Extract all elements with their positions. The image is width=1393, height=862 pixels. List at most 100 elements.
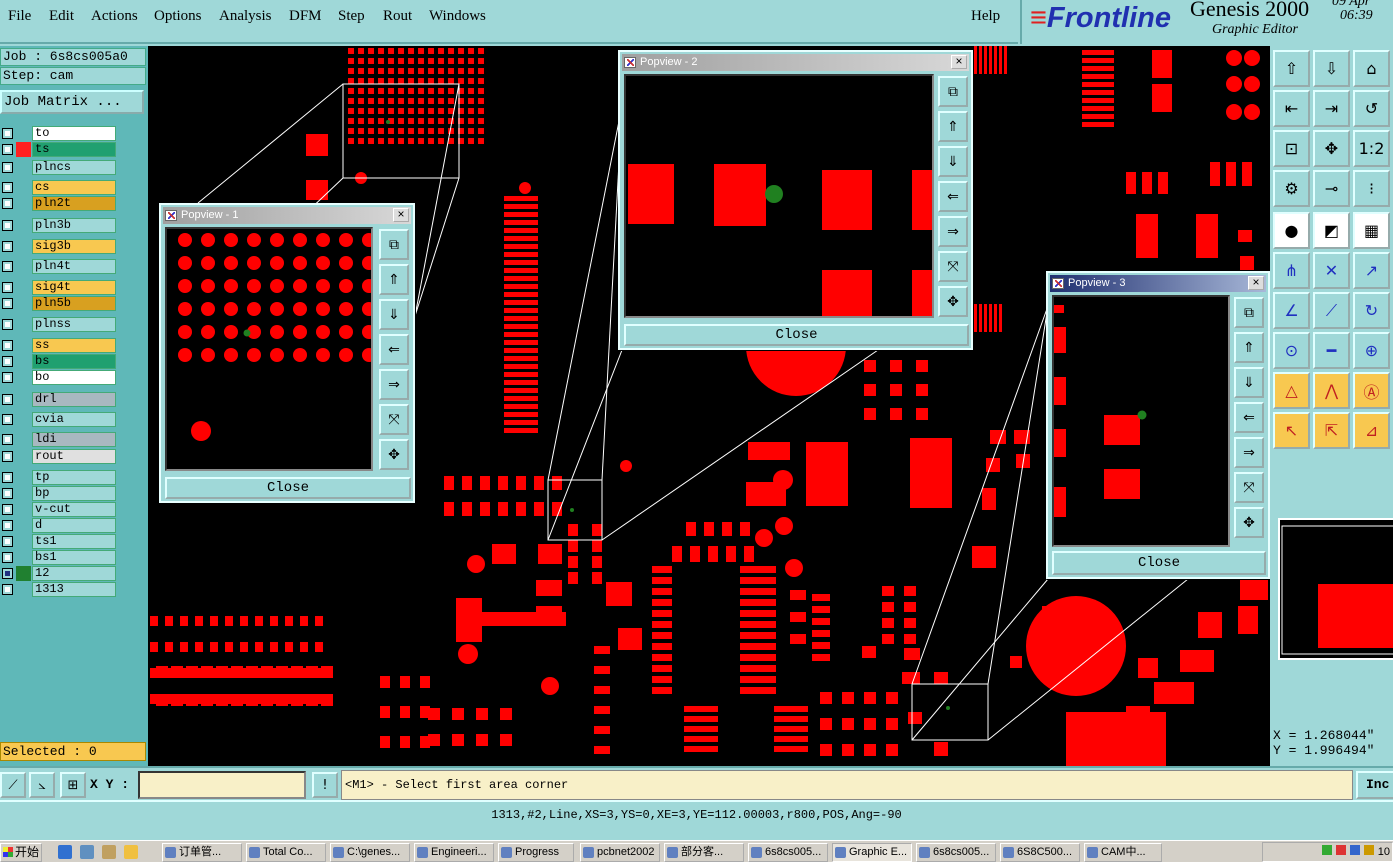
menu-dfm[interactable]: DFM — [289, 8, 322, 25]
layer-checkbox[interactable] — [2, 520, 13, 531]
zoom-in-icon[interactable]: ⤧ — [1234, 472, 1264, 503]
zoom-in-icon[interactable]: ⤧ — [379, 404, 409, 435]
text-icon[interactable]: Ⓐ — [1353, 372, 1390, 409]
taskbar-item[interactable]: 6s8cs005... — [748, 843, 828, 862]
layer-checkbox[interactable] — [2, 220, 13, 231]
layer-color-swatch[interactable] — [16, 412, 31, 427]
layer-color-swatch[interactable] — [16, 534, 31, 549]
taskbar-item[interactable]: Progress — [498, 843, 574, 862]
fit-icon[interactable]: ⧉ — [938, 76, 968, 107]
layer-name[interactable]: drl — [32, 392, 116, 407]
layer-row-12[interactable]: 12 — [0, 566, 118, 581]
layer-name[interactable]: cvia — [32, 412, 116, 427]
layer-row-tp[interactable]: tp — [0, 470, 118, 485]
popview-3-view[interactable] — [1052, 295, 1230, 547]
layer-row-ts1[interactable]: ts1 — [0, 534, 118, 549]
close-icon[interactable]: × — [1248, 276, 1264, 290]
start-button[interactable]: 开始 — [0, 843, 42, 862]
overview-map[interactable] — [1278, 518, 1393, 660]
warning-icon[interactable]: ! — [312, 772, 338, 798]
angle-icon[interactable]: ∠ — [1273, 292, 1310, 329]
inc-button[interactable]: Inc — [1356, 771, 1393, 799]
layer-checkbox[interactable] — [2, 340, 13, 351]
layer-name[interactable]: rout — [32, 449, 116, 464]
layer-row-plnss[interactable]: plnss — [0, 317, 118, 332]
close-icon[interactable]: × — [393, 208, 409, 222]
layer-row-bo[interactable]: bo — [0, 370, 118, 385]
taskbar-item[interactable]: 6s8cs005... — [916, 843, 996, 862]
layer-checkbox[interactable] — [2, 552, 13, 563]
xy-input[interactable] — [138, 771, 306, 799]
popview-3-close-button[interactable]: Close — [1052, 551, 1266, 575]
layer-name[interactable]: to — [32, 126, 116, 141]
layer-name[interactable]: pln5b — [32, 296, 116, 311]
layer-row-ss[interactable]: ss — [0, 338, 118, 353]
pan-right-icon[interactable]: ⇒ — [1234, 437, 1264, 468]
layer-row-bs[interactable]: bs — [0, 354, 118, 369]
pan-up-icon[interactable]: ⇑ — [1234, 332, 1264, 363]
select-tool-icon[interactable]: ◩ — [1313, 212, 1350, 249]
pan-right-icon[interactable]: ⇒ — [938, 216, 968, 247]
layer-name[interactable]: bo — [32, 370, 116, 385]
layer-name[interactable]: plncs — [32, 160, 116, 175]
layer-row-ldi[interactable]: ldi — [0, 432, 118, 447]
taskbar-item[interactable]: C:\genes... — [330, 843, 410, 862]
pointer-icon[interactable]: ↖ — [1273, 412, 1310, 449]
layer-color-swatch[interactable] — [16, 550, 31, 565]
layer-color-swatch[interactable] — [16, 338, 31, 353]
layer-name[interactable]: bs — [32, 354, 116, 369]
desktop-icon[interactable] — [102, 845, 116, 859]
layer-row-drl[interactable]: drl — [0, 392, 118, 407]
pan-left-icon[interactable]: ⇐ — [938, 181, 968, 212]
layer-color-swatch[interactable] — [16, 566, 31, 581]
popview-1-close-button[interactable]: Close — [165, 477, 411, 499]
popview-1-titlebar[interactable]: Popview - 1 × — [163, 207, 411, 224]
taskbar-item[interactable]: 部分客... — [664, 843, 744, 862]
layer-color-swatch[interactable] — [16, 502, 31, 517]
layer-name[interactable]: pln4t — [32, 259, 116, 274]
layer-name[interactable]: 1313 — [32, 582, 116, 597]
layer-row-sig3b[interactable]: sig3b — [0, 239, 118, 254]
scale-icon[interactable]: 1:2 — [1353, 130, 1390, 167]
layer-row-plncs[interactable]: plncs — [0, 160, 118, 175]
layer-name[interactable]: pln2t — [32, 196, 116, 211]
layer-color-swatch[interactable] — [16, 392, 31, 407]
layer-row-bs1[interactable]: bs1 — [0, 550, 118, 565]
layer-color-swatch[interactable] — [16, 259, 31, 274]
layer-checkbox[interactable] — [2, 162, 13, 173]
layer-name[interactable]: ss — [32, 338, 116, 353]
taskbar-item[interactable]: Engineeri... — [414, 843, 494, 862]
layer-name[interactable]: bp — [32, 486, 116, 501]
layer-checkbox[interactable] — [2, 584, 13, 595]
layer-checkbox[interactable] — [2, 241, 13, 252]
layer-color-swatch[interactable] — [16, 370, 31, 385]
layer-row-pln2t[interactable]: pln2t — [0, 196, 118, 211]
taskbar-item[interactable]: 6S8C500... — [1000, 843, 1080, 862]
layer-row-sig4t[interactable]: sig4t — [0, 280, 118, 295]
layer-checkbox[interactable] — [2, 451, 13, 462]
home-icon[interactable]: ⌂ — [1353, 50, 1390, 87]
connect-icon[interactable]: ⋔ — [1273, 252, 1310, 289]
layer-row-ts[interactable]: ts — [0, 142, 118, 157]
pan-right-icon[interactable]: ⇥ — [1313, 90, 1350, 127]
layer-name[interactable]: sig4t — [32, 280, 116, 295]
menu-rout[interactable]: Rout — [383, 8, 412, 25]
layer-color-swatch[interactable] — [16, 280, 31, 295]
pan-down-icon[interactable]: ⇓ — [1234, 367, 1264, 398]
zoom-down-icon[interactable]: ⇩ — [1313, 50, 1350, 87]
corner-icon[interactable]: ⊿ — [1353, 412, 1390, 449]
layer-name[interactable]: ts — [32, 142, 116, 157]
delete-icon[interactable]: ✕ — [1313, 252, 1350, 289]
layer-color-swatch[interactable] — [16, 296, 31, 311]
layer-checkbox[interactable] — [2, 356, 13, 367]
layer-name[interactable]: pln3b — [32, 218, 116, 233]
menu-file[interactable]: File — [8, 8, 31, 25]
zoom-home-icon[interactable]: ⇧ — [1273, 50, 1310, 87]
taskbar-item[interactable]: pcbnet2002 — [580, 843, 660, 862]
menu-actions[interactable]: Actions — [91, 8, 138, 25]
layer-checkbox[interactable] — [2, 394, 13, 405]
menu-windows[interactable]: Windows — [429, 8, 486, 25]
pan-left-icon[interactable]: ⇤ — [1273, 90, 1310, 127]
layer-color-swatch[interactable] — [16, 486, 31, 501]
layer-row-pln5b[interactable]: pln5b — [0, 296, 118, 311]
